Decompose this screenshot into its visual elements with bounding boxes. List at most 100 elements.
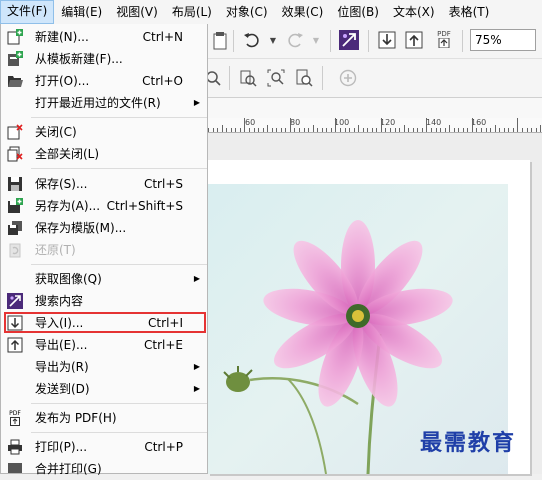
add-icon[interactable] [338,68,358,88]
ruler-tick [521,128,523,132]
ruler-tick [326,128,328,132]
menu-view[interactable]: 视图(V) [109,1,165,23]
ruler-tick [430,128,432,132]
save-as-template-icon [6,219,24,237]
menu-item-label: 打开(O)... [35,74,90,88]
menu-file[interactable]: 文件(F) [0,0,55,24]
toolbar-separator [229,66,230,90]
menu-item-print[interactable]: 打印(P)... Ctrl+P [1,436,207,458]
menu-item-label: 发布为 PDF(H) [35,411,117,425]
menu-item-open[interactable]: 打开(O)... Ctrl+O [1,70,207,92]
ruler-tick [412,128,414,132]
ruler-tick [353,128,355,132]
ruler-tick [367,128,369,132]
menu-effects[interactable]: 效果(C) [275,1,331,23]
menu-item-publish-pdf[interactable]: PDF 发布为 PDF(H) [1,407,207,429]
undo-icon[interactable] [242,30,262,50]
undo-dropdown-icon[interactable]: ▼ [263,30,283,50]
ruler-tick [499,128,501,132]
ruler-tick [535,128,537,132]
menu-item-export-for[interactable]: 导出为(R) ▶ [1,356,207,378]
ruler-tick [371,128,373,132]
ruler-tick [485,128,487,132]
menu-text[interactable]: 文本(X) [386,1,442,23]
ruler-tick [421,128,423,132]
ruler-tick [321,128,323,132]
menu-item-acquire-image[interactable]: 获取图像(Q) ▶ [1,268,207,290]
ruler-tick [358,125,360,132]
search-content-icon[interactable] [339,30,359,50]
ruler-tick [462,128,464,132]
menu-item-open-recent[interactable]: 打开最近用过的文件(R) ▶ [1,92,207,114]
toolbar-separator [233,30,234,52]
publish-pdf-icon[interactable]: PDF [434,29,454,49]
menu-item-print-merge[interactable]: 合并打印(G) [1,458,207,480]
menu-item-save-as[interactable]: 另存为(A)... Ctrl+Shift+S [1,195,207,217]
search-content-icon [6,292,24,310]
ruler-tick [476,128,478,132]
menu-bitmaps[interactable]: 位图(B) [330,1,386,23]
menu-item-search-content[interactable]: 搜索内容 [1,290,207,312]
menu-divider [31,432,207,433]
menu-item-label: 关闭(C) [35,125,77,139]
ruler-tick [276,128,278,132]
zoom-to-selected-icon[interactable] [238,68,258,88]
paste-icon[interactable] [210,31,230,51]
menu-item-close-all[interactable]: 全部关闭(L) [1,143,207,165]
horizontal-ruler[interactable]: 60 80 100 120 140 160 [208,118,542,133]
ruler-tick [244,118,246,132]
ruler-tick [221,125,223,132]
submenu-arrow-icon: ▶ [193,274,200,283]
menu-divider [31,117,207,118]
menu-item-close[interactable]: 关闭(C) [1,121,207,143]
zoom-level-input[interactable]: 75% [470,29,536,51]
save-as-icon [6,197,24,215]
menu-item-send-to[interactable]: 发送到(D) ▶ [1,378,207,400]
redo-dropdown-icon[interactable]: ▼ [306,30,326,50]
menu-edit[interactable]: 编辑(E) [54,1,109,23]
ruler-tick [426,118,428,132]
menu-table[interactable]: 表格(T) [442,1,497,23]
redo-icon[interactable] [285,30,305,50]
ruler-tick [508,128,510,132]
ruler-tick [390,128,391,132]
ruler-tick [517,118,519,132]
ruler-tick [317,128,319,132]
ruler-tick [458,128,460,132]
zoom-to-page-icon[interactable] [294,68,314,88]
menu-item-new[interactable]: 新建(N)... Ctrl+N [1,26,207,48]
menu-item-save[interactable]: 保存(S)... Ctrl+S [1,173,207,195]
ruler-tick [380,118,382,132]
menu-layout[interactable]: 布局(L) [165,1,219,23]
menu-item-shortcut: Ctrl+S [143,177,183,191]
menu-item-label: 获取图像(Q) [35,272,102,286]
ruler-tick [453,128,455,132]
ruler-tick [312,125,314,132]
menu-item-label: 保存为模版(M)... [35,221,127,235]
menu-item-label: 打开最近用过的文件(R) [35,96,161,110]
toolbar-separator [462,30,463,52]
menu-item-shortcut: Ctrl+N [142,30,183,44]
watermark-text: 最需教育 [420,430,517,456]
ruler-tick [330,128,332,132]
export-icon[interactable] [404,30,424,50]
menu-item-label: 另存为(A)... [35,199,101,213]
menu-bar: 文件(F) 编辑(E) 视图(V) 布局(L) 对象(C) 效果(C) 位图(B… [0,0,542,25]
ruler-tick [526,128,528,132]
menu-item-label: 合并打印(G) [35,462,102,476]
submenu-arrow-icon: ▶ [193,98,200,107]
ruler-tick [217,128,219,132]
menu-item-label: 搜索内容 [35,294,84,308]
menu-item-export[interactable]: 导出(E)... Ctrl+E [1,334,207,356]
ruler-tick [399,128,401,132]
menu-item-new-from-template[interactable]: 从模板新建(F)... [1,48,207,70]
ruler-label: 120 [380,118,396,127]
import-icon[interactable] [377,30,397,50]
menu-item-shortcut: Ctrl+P [144,440,183,454]
ruler-tick [494,125,496,132]
menu-item-save-as-template[interactable]: 保存为模版(M)... [1,217,207,239]
menu-object[interactable]: 对象(C) [219,1,275,23]
submenu-arrow-icon: ▶ [193,384,200,393]
file-menu: 新建(N)... Ctrl+N 从模板新建(F)... 打开(O)... Ctr… [0,24,208,476]
zoom-to-all-objects-icon[interactable] [266,68,286,88]
